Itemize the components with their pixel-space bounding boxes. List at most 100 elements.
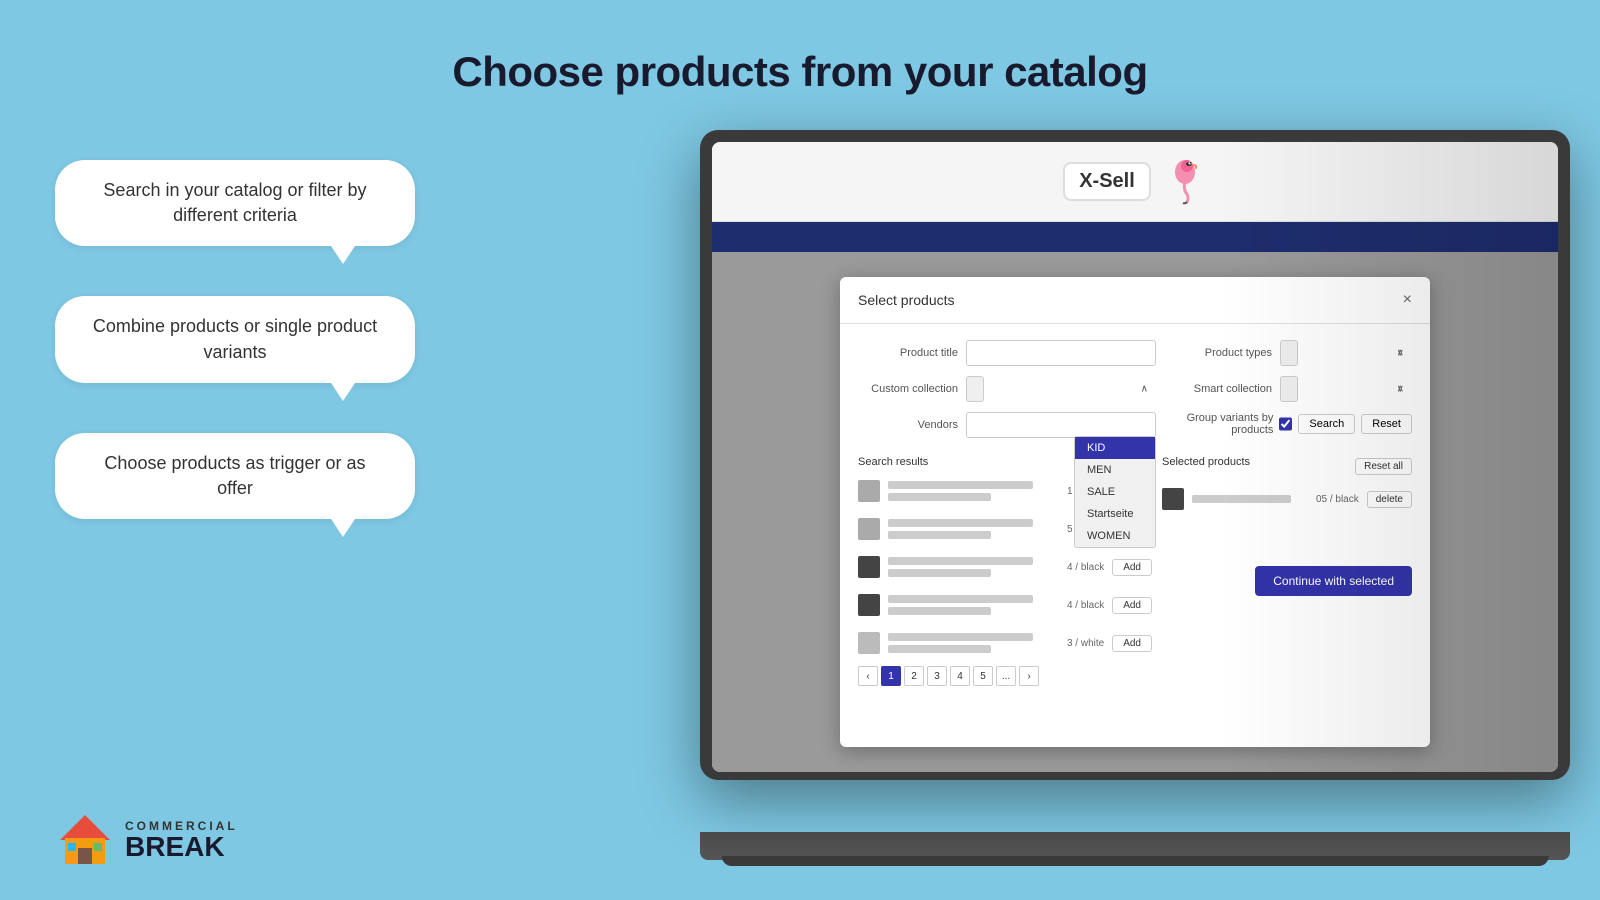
product-types-label: Product types (1172, 347, 1272, 359)
vendors-label: Vendors (858, 419, 958, 431)
app-content-area: Select products × Product title (712, 252, 1558, 772)
chevron-up-icon: ∧ (1141, 384, 1148, 395)
callout-text-1: Search in your catalog or filter by diff… (103, 180, 366, 225)
custom-collection-row: Custom collection ∧ (858, 376, 1156, 402)
custom-collection-select-wrapper: ∧ (966, 376, 1156, 402)
brand-house-icon (55, 810, 115, 870)
pagination: ‹ 1 2 3 4 5 ... › (858, 666, 1152, 686)
add-product-button-5[interactable]: Add (1112, 635, 1152, 652)
modal-header: Select products × (840, 277, 1430, 324)
selected-product-row: 05 / black delete (1162, 484, 1412, 514)
table-row: 3 / white Add (858, 628, 1152, 658)
product-thumbnail-5 (858, 632, 880, 654)
pagination-prev[interactable]: ‹ (858, 666, 878, 686)
product-title-label: Product title (858, 347, 958, 359)
reset-button[interactable]: Reset (1361, 414, 1412, 434)
laptop-foot (722, 856, 1549, 866)
selected-products-header: Selected products (1162, 456, 1250, 468)
product-thumbnail-4 (858, 594, 880, 616)
brand-text: COMMERCIAL BREAK (125, 819, 238, 861)
product-bars-3 (888, 557, 1059, 577)
callout-bubble-3: Choose products as trigger or as offer (55, 433, 415, 519)
product-bars-2 (888, 519, 1059, 539)
add-product-button-4[interactable]: Add (1112, 597, 1152, 614)
vendor-option-women[interactable]: WOMEN (1075, 525, 1155, 547)
search-button[interactable]: Search (1298, 414, 1355, 434)
group-variants-label: Group variants by products (1172, 412, 1273, 436)
reset-all-button[interactable]: Reset all (1355, 458, 1412, 475)
product-variant-5: 3 / white (1067, 638, 1104, 649)
product-bar-desc-1 (888, 493, 991, 501)
product-thumbnail-3 (858, 556, 880, 578)
vendors-dropdown-menu: KID MEN SALE Startseite WOMEN (1074, 436, 1156, 548)
product-types-select[interactable] (1280, 340, 1298, 366)
laptop-screen-outer: X-Sell (700, 130, 1570, 780)
app-header: X-Sell (712, 142, 1558, 222)
custom-collection-label: Custom collection (858, 383, 958, 395)
modal-body: Product title Custom collection ∧ (840, 324, 1430, 702)
xsell-badge: X-Sell (1063, 162, 1151, 201)
brand-logo: COMMERCIAL BREAK (55, 810, 238, 870)
product-bar-name-5 (888, 633, 1033, 641)
callout-bubble-1: Search in your catalog or filter by diff… (55, 160, 415, 246)
vendors-select-display[interactable] (966, 412, 1156, 438)
pagination-next[interactable]: › (1019, 666, 1039, 686)
group-variants-row: Group variants by products Search Reset (1172, 412, 1412, 436)
callout-bubble-2: Combine products or single product varia… (55, 296, 415, 382)
xsell-logo: X-Sell (1063, 158, 1207, 206)
product-bar-name-1 (888, 481, 1033, 489)
group-variants-checkbox[interactable] (1279, 417, 1292, 431)
product-bar-desc-5 (888, 645, 991, 653)
product-bar-desc-3 (888, 569, 991, 577)
nav-bar (712, 222, 1558, 252)
page-title: Choose products from your catalog (0, 0, 1600, 96)
pagination-page-4[interactable]: 4 (950, 666, 970, 686)
pagination-page-2[interactable]: 2 (904, 666, 924, 686)
pagination-page-1[interactable]: 1 (881, 666, 901, 686)
laptop-base (700, 832, 1570, 860)
product-variant-3: 4 / black (1067, 562, 1104, 573)
modal-close-button[interactable]: × (1403, 291, 1412, 309)
product-bar-name-3 (888, 557, 1033, 565)
product-types-wrapper: ∨ (1280, 340, 1412, 366)
delete-product-button-1[interactable]: delete (1367, 491, 1412, 508)
callout-text-3: Choose products as trigger or as offer (104, 453, 365, 498)
add-product-button-3[interactable]: Add (1112, 559, 1152, 576)
continue-with-selected-button[interactable]: Continue with selected (1255, 566, 1412, 596)
pagination-page-5[interactable]: 5 (973, 666, 993, 686)
laptop-device: X-Sell (700, 130, 1570, 860)
product-bars-4 (888, 595, 1059, 615)
pagination-ellipsis[interactable]: ... (996, 666, 1016, 686)
chevron-down-icon-1: ∨ (1397, 348, 1404, 359)
smart-collection-label: Smart collection (1172, 383, 1272, 395)
vendor-option-startseite[interactable]: Startseite (1075, 503, 1155, 525)
product-bar-desc-2 (888, 531, 991, 539)
modal-title: Select products (858, 292, 955, 308)
vendors-row: Vendors KID MEN SALE (858, 412, 1156, 438)
callouts-container: Search in your catalog or filter by diff… (55, 160, 415, 519)
product-title-input[interactable] (966, 340, 1156, 366)
product-bar-name-4 (888, 595, 1033, 603)
selected-product-bars-1 (1192, 495, 1308, 503)
product-types-row: Product types ∨ (1172, 340, 1412, 366)
product-thumbnail-1 (858, 480, 880, 502)
product-bar-name-2 (888, 519, 1033, 527)
pagination-page-3[interactable]: 3 (927, 666, 947, 686)
table-row: 4 / black Add (858, 552, 1152, 582)
vendor-option-kid[interactable]: KID (1075, 437, 1155, 459)
smart-collection-wrapper: ∨ (1280, 376, 1412, 402)
vendor-option-men[interactable]: MEN (1075, 459, 1155, 481)
flamingo-icon (1159, 158, 1207, 206)
product-variant-4: 4 / black (1067, 600, 1104, 611)
smart-collection-select[interactable] (1280, 376, 1298, 402)
selected-product-thumbnail-1 (1162, 488, 1184, 510)
custom-collection-select[interactable] (966, 376, 984, 402)
selected-products-section: Selected products Reset all 05 / bl (1162, 456, 1412, 686)
product-bars-1 (888, 481, 1059, 501)
product-title-row: Product title (858, 340, 1156, 366)
product-thumbnail-2 (858, 518, 880, 540)
vendor-option-sale[interactable]: SALE (1075, 481, 1155, 503)
product-bars-5 (888, 633, 1059, 653)
product-bar-desc-4 (888, 607, 991, 615)
table-row: 4 / black Add (858, 590, 1152, 620)
